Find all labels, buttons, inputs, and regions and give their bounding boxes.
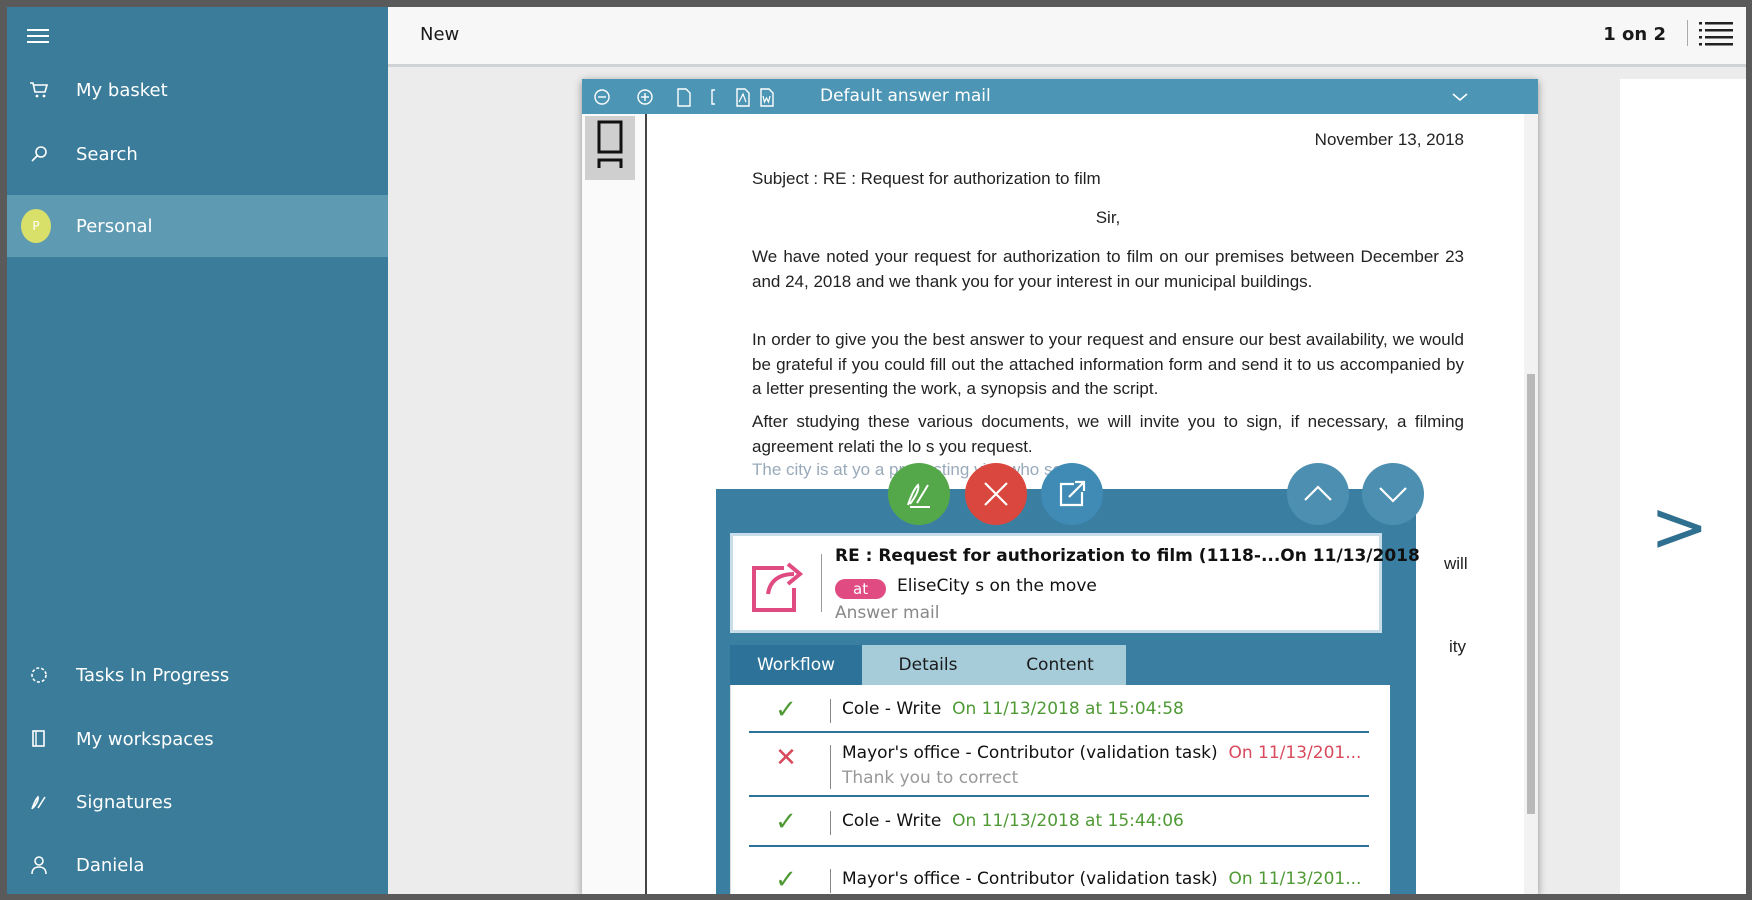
next-button[interactable]: [1362, 463, 1424, 525]
thumbnail-column: [582, 114, 647, 894]
chevron-down-icon: [1379, 487, 1407, 503]
letter-paragraph: After studying these various documents, …: [752, 412, 1464, 456]
sidebar-item-daniela[interactable]: Daniela: [7, 834, 388, 894]
sidebar-item-label: Search: [76, 143, 138, 165]
sidebar-item-tasks-in-progress[interactable]: Tasks In Progress: [7, 644, 388, 706]
top-bar: New 1 on 2: [388, 7, 1746, 67]
sidebar-item-my-basket[interactable]: My basket: [7, 59, 388, 121]
sidebar-item-my-workspaces[interactable]: My workspaces: [7, 708, 388, 770]
search-icon: [27, 142, 51, 166]
tag-badge: at: [835, 579, 887, 599]
reject-button[interactable]: [965, 463, 1027, 525]
pager-label: 1 on 2: [1603, 24, 1666, 45]
workflow-date: On 11/13/2018 at 15:44:06: [952, 811, 1184, 831]
signature-icon: [907, 483, 930, 508]
workflow-date: On 11/13/2018 at 15:04:58: [952, 699, 1184, 719]
sidebar-item-label: Daniela: [76, 854, 145, 876]
workspace-icon: [27, 727, 51, 751]
divider: [830, 811, 831, 835]
letter-paragraph: We have noted your request for authoriza…: [752, 247, 1464, 291]
letter-fragment: will: [1444, 554, 1468, 573]
chevron-up-icon: [1304, 485, 1332, 501]
mail-kind: Answer mail: [835, 603, 940, 623]
mail-sender: EliseCity s on the move: [897, 576, 1097, 596]
app-frame: My basket Search P Personal Tasks In Pro…: [7, 7, 1746, 894]
spinner-icon: [27, 663, 51, 687]
sidebar-item-signatures[interactable]: Signatures: [7, 771, 388, 833]
workflow-step: Cole - Write On 11/13/2018 at 15:04:58: [842, 699, 1184, 719]
workflow-note: Thank you to correct: [842, 768, 1019, 788]
document-toolbar: Default answer mail: [582, 79, 1538, 114]
pdf-icon[interactable]: [733, 87, 753, 107]
list-view-icon[interactable]: [1698, 19, 1734, 49]
task-tabs: Workflow Details Content: [730, 645, 1126, 685]
workflow-date: On 11/13/201...: [1228, 743, 1362, 763]
zoom-in-icon[interactable]: [635, 87, 655, 107]
sidebar-item-personal[interactable]: P Personal: [7, 195, 388, 257]
document-scrollbar[interactable]: [1524, 114, 1538, 894]
divider: [1687, 20, 1688, 46]
letter-date: November 13, 2018: [1314, 130, 1464, 149]
share-icon: [750, 554, 806, 614]
sidebar-item-search[interactable]: Search: [7, 123, 388, 185]
sidebar-item-label: Tasks In Progress: [76, 664, 230, 686]
sidebar-item-label: Signatures: [76, 791, 173, 813]
workflow-row[interactable]: ✓ Mayor's office - Contributor (validati…: [749, 847, 1369, 894]
zoom-out-icon[interactable]: [592, 87, 612, 107]
basket-icon: [27, 78, 51, 102]
page-thumbnail[interactable]: [585, 116, 635, 180]
previous-button[interactable]: [1287, 463, 1349, 525]
workflow-step: Mayor's office - Contributor (validation…: [842, 743, 1362, 763]
hamburger-icon[interactable]: [27, 29, 49, 45]
divider: [830, 745, 831, 789]
sidebar-item-label: Personal: [76, 215, 153, 237]
tab-details[interactable]: Details: [862, 645, 994, 685]
close-icon: ✕: [775, 743, 797, 773]
user-icon: [27, 853, 51, 877]
chevron-down-icon[interactable]: [1450, 87, 1470, 107]
check-icon: ✓: [775, 807, 797, 837]
signature-icon: [27, 790, 51, 814]
page-title: New: [420, 24, 460, 45]
workflow-row[interactable]: ✓ Cole - Write On 11/13/2018 at 15:04:58: [749, 689, 1369, 733]
tab-content[interactable]: Content: [994, 645, 1126, 685]
divider: [821, 554, 822, 612]
check-icon: ✓: [775, 865, 797, 894]
workflow-list: ✓ Cole - Write On 11/13/2018 at 15:04:58…: [730, 685, 1390, 894]
tab-workflow[interactable]: Workflow: [730, 645, 862, 685]
external-link-icon: [1059, 480, 1086, 507]
check-icon: ✓: [775, 695, 797, 725]
sidebar-item-label: My basket: [76, 79, 168, 101]
mail-card[interactable]: RE : Request for authorization to film (…: [730, 533, 1420, 633]
sign-button[interactable]: [888, 463, 950, 525]
workflow-date: On 11/13/201...: [1228, 869, 1362, 889]
fit-width-icon[interactable]: [704, 87, 724, 107]
divider: [830, 869, 831, 893]
letter-paragraph: In order to give you the best answer to …: [752, 330, 1464, 398]
sidebar: My basket Search P Personal Tasks In Pro…: [7, 7, 388, 894]
letter-fragment: ity: [1449, 637, 1466, 656]
avatar: P: [21, 209, 51, 243]
word-icon[interactable]: [757, 87, 777, 107]
close-icon: [984, 482, 1008, 506]
mail-subject: RE : Request for authorization to film (…: [835, 546, 1420, 566]
next-arrow-icon[interactable]: >: [1650, 492, 1709, 562]
workflow-row[interactable]: ✕ Mayor's office - Contributor (validati…: [749, 733, 1369, 797]
letter-salutation: Sir,: [1095, 208, 1121, 227]
open-external-button[interactable]: [1041, 463, 1103, 525]
workflow-step: Cole - Write On 11/13/2018 at 15:44:06: [842, 811, 1184, 831]
task-panel: RE : Request for authorization to film (…: [716, 489, 1420, 894]
letter-paragraph: The city is at yo a pre-testing visit wh…: [752, 460, 1062, 479]
letter-subject: Subject : RE : Request for authorization…: [752, 169, 1101, 188]
sidebar-item-label: My workspaces: [76, 728, 214, 750]
workflow-row[interactable]: ✓ Cole - Write On 11/13/2018 at 15:44:06: [749, 797, 1369, 847]
divider: [830, 699, 831, 723]
workflow-step: Mayor's office - Contributor (validation…: [842, 869, 1362, 889]
document-template-title: Default answer mail: [820, 86, 991, 106]
page-icon[interactable]: [674, 87, 694, 107]
